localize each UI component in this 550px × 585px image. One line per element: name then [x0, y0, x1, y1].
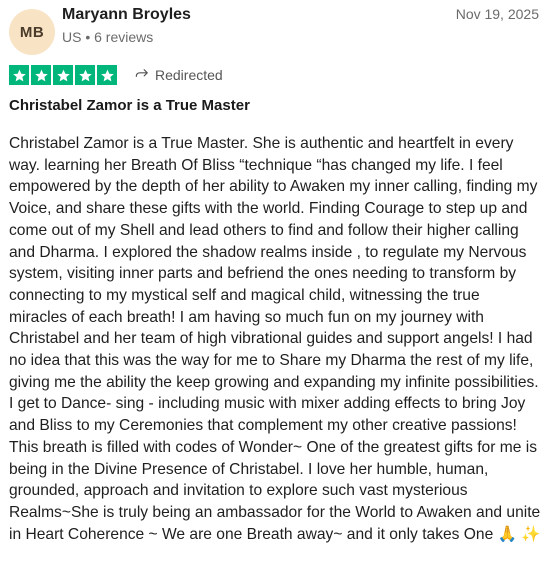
star-icon: [9, 65, 29, 85]
star-icon: [31, 65, 51, 85]
star-icon: [75, 65, 95, 85]
review-body: Christabel Zamor is a True Master. She i…: [9, 135, 541, 543]
star-icon: [53, 65, 73, 85]
redirected-label: Redirected: [155, 67, 223, 83]
review-card: MB Maryann Broyles US • 6 reviews Nov 19…: [0, 0, 550, 585]
reviewer-meta: US • 6 reviews: [62, 29, 154, 45]
star-icon: [97, 65, 117, 85]
redirected-status[interactable]: Redirected: [135, 65, 223, 85]
star-rating: [9, 65, 117, 85]
review-date: Nov 19, 2025: [455, 6, 539, 22]
avatar[interactable]: MB: [9, 9, 55, 55]
review-title[interactable]: Christabel Zamor is a True Master: [9, 97, 250, 114]
redirect-arrow-icon: [135, 68, 149, 82]
reviewer-name[interactable]: Maryann Broyles: [62, 6, 191, 24]
